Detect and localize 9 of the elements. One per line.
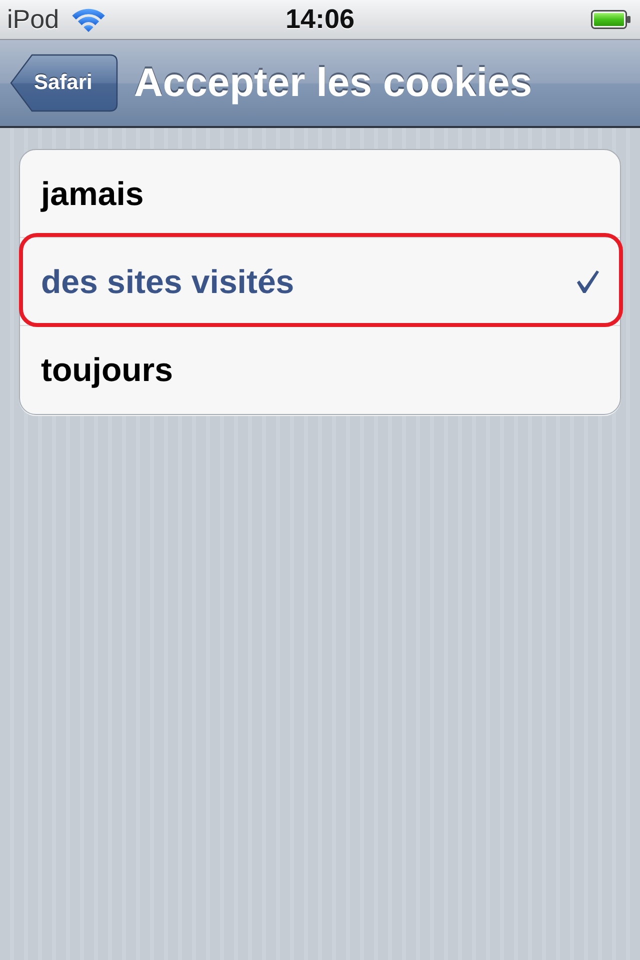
carrier-name: iPod: [7, 4, 60, 35]
battery-icon: [591, 10, 631, 29]
wifi-icon: [71, 7, 106, 32]
option-row[interactable]: jamais: [20, 150, 620, 238]
option-row[interactable]: toujours: [20, 326, 620, 414]
option-row[interactable]: des sites visités: [20, 238, 620, 326]
clock-time: 14:06: [285, 4, 355, 35]
screen-title: Accepter les cookies: [134, 60, 532, 106]
back-button[interactable]: Safari: [10, 54, 118, 112]
